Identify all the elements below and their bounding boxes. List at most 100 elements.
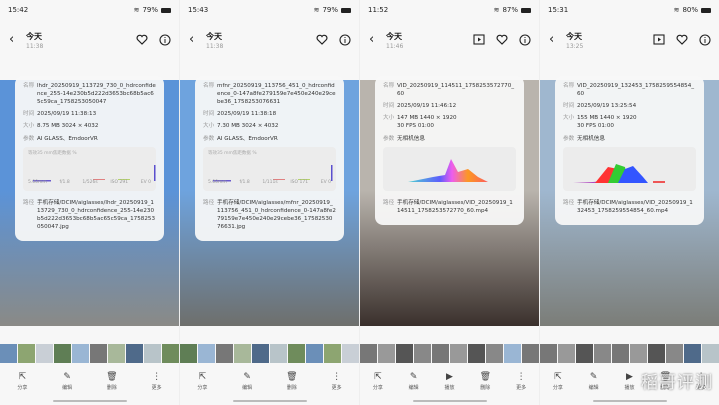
thumbnail[interactable] <box>162 344 179 363</box>
thumbnail[interactable] <box>54 344 71 363</box>
thumbnail[interactable] <box>0 344 17 363</box>
play-button[interactable]: ▶ 播放 <box>434 372 464 391</box>
detail-name: lhdr_20250919_113729_730_0_hdrconfidence… <box>37 83 156 106</box>
thumbnail[interactable] <box>576 344 593 363</box>
thumbnail[interactable] <box>234 344 251 363</box>
exif-values: 5.00mm f/1.8 1/111s ISO 171 EV 0 <box>208 180 331 187</box>
edit-button[interactable]: ✎ 编辑 <box>232 372 262 391</box>
thumbnail[interactable] <box>306 344 323 363</box>
detail-size: 8.75 MB 3024 × 4032 <box>37 123 99 130</box>
thumbnail[interactable] <box>468 344 485 363</box>
video-play-icon[interactable] <box>472 33 485 46</box>
thumbnail[interactable] <box>522 344 539 363</box>
histogram <box>563 146 696 191</box>
detail-row-datetime: 时间 2025/09/19 11:38:13 <box>23 110 156 118</box>
thumbnail[interactable] <box>270 344 287 363</box>
more-button[interactable]: ⋮ 更多 <box>506 372 536 391</box>
thumbnail[interactable] <box>450 344 467 363</box>
back-button[interactable]: ‹ <box>189 32 194 47</box>
thumbnail[interactable] <box>486 344 503 363</box>
back-button[interactable]: ‹ <box>549 32 554 47</box>
detail-label: 大小 <box>383 115 395 122</box>
detail-row-name: 名称 mfnr_20250919_113756_451_0_hdrconfiden… <box>203 82 336 106</box>
thumbnail-strip[interactable] <box>180 344 359 363</box>
thumbnail[interactable] <box>126 344 143 363</box>
share-button[interactable]: ⇱ 分享 <box>187 372 217 391</box>
header-actions <box>472 33 531 46</box>
home-indicator[interactable] <box>413 400 487 402</box>
thumbnail[interactable] <box>18 344 35 363</box>
status-icons: ≋ 79% <box>134 6 171 14</box>
info-icon[interactable] <box>158 33 171 46</box>
thumbnail[interactable] <box>558 344 575 363</box>
detail-value: 155 MB 1440 × 1920 30 FPS 01:00 <box>577 114 637 130</box>
thumbnail[interactable] <box>630 344 647 363</box>
wifi-icon: ≋ <box>313 6 320 14</box>
thumbnail[interactable] <box>252 344 269 363</box>
thumbnail[interactable] <box>504 344 521 363</box>
play-button[interactable]: ▶ 播放 <box>614 372 644 391</box>
back-button[interactable]: ‹ <box>9 32 14 47</box>
thumbnail[interactable] <box>414 344 431 363</box>
favorite-heart-icon[interactable] <box>135 33 148 46</box>
info-icon[interactable] <box>338 33 351 46</box>
home-indicator[interactable] <box>233 400 307 402</box>
thumbnail[interactable] <box>432 344 449 363</box>
info-icon[interactable] <box>698 33 711 46</box>
thumbnail[interactable] <box>108 344 125 363</box>
more-button[interactable]: ⋮ 更多 <box>142 372 172 391</box>
home-indicator[interactable] <box>53 400 127 402</box>
edit-button[interactable]: ✎ 编辑 <box>52 372 82 391</box>
detail-value: lhdr_20250919_113729_730_0_hdrconfidence… <box>37 82 156 106</box>
delete-button[interactable]: 🗑 删除 <box>277 372 307 391</box>
share-button[interactable]: ⇱ 分享 <box>363 372 393 391</box>
edit-button[interactable]: ✎ 编辑 <box>579 372 609 391</box>
thumbnail[interactable] <box>684 344 701 363</box>
delete-button[interactable]: 🗑 删除 <box>470 372 500 391</box>
thumbnail[interactable] <box>90 344 107 363</box>
favorite-heart-icon[interactable] <box>675 33 688 46</box>
play-label: 播放 <box>444 385 455 391</box>
thumbnail[interactable] <box>666 344 683 363</box>
detail-row-size: 大小 147 MB 1440 × 1920 30 FPS 01:00 <box>383 114 516 130</box>
thumbnail[interactable] <box>378 344 395 363</box>
info-icon[interactable] <box>518 33 531 46</box>
album-title: 今天 <box>566 32 582 41</box>
thumbnail-strip[interactable] <box>540 344 719 363</box>
battery-percent: 87% <box>502 6 518 14</box>
thumbnail-strip[interactable] <box>360 344 539 363</box>
video-play-icon[interactable] <box>652 33 665 46</box>
favorite-heart-icon[interactable] <box>315 33 328 46</box>
detail-row-size: 大小 155 MB 1440 × 1920 30 FPS 01:00 <box>563 114 696 130</box>
edit-button[interactable]: ✎ 编辑 <box>399 372 429 391</box>
thumbnail[interactable] <box>198 344 215 363</box>
share-button[interactable]: ⇱ 分享 <box>7 372 37 391</box>
more-button[interactable]: ⋮ 更多 <box>322 372 352 391</box>
favorite-heart-icon[interactable] <box>495 33 508 46</box>
delete-icon: 🗑 <box>106 372 118 382</box>
thumbnail[interactable] <box>324 344 341 363</box>
back-button[interactable]: ‹ <box>369 32 374 47</box>
thumbnail[interactable] <box>612 344 629 363</box>
home-indicator[interactable] <box>593 400 667 402</box>
thumbnail[interactable] <box>342 344 359 363</box>
delete-button[interactable]: 🗑 删除 <box>97 372 127 391</box>
detail-size: 147 MB 1440 × 1920 <box>397 115 457 122</box>
detail-value: 手机存储/DCIM/aiglasses/lhdr_20250919_113729… <box>37 199 156 231</box>
share-button[interactable]: ⇱ 分享 <box>543 372 573 391</box>
thumbnail[interactable] <box>216 344 233 363</box>
thumbnail[interactable] <box>36 344 53 363</box>
thumbnail[interactable] <box>180 344 197 363</box>
thumbnail[interactable] <box>396 344 413 363</box>
thumbnail[interactable] <box>648 344 665 363</box>
thumbnail[interactable] <box>288 344 305 363</box>
thumbnail[interactable] <box>144 344 161 363</box>
thumbnail[interactable] <box>540 344 557 363</box>
thumbnail[interactable] <box>360 344 377 363</box>
detail-row-path: 路径 手机存储/DCIM/aiglasses/VID_20250919_13245… <box>563 199 696 215</box>
delete-label: 删除 <box>286 385 297 391</box>
thumbnail[interactable] <box>72 344 89 363</box>
thumbnail-strip[interactable] <box>0 344 179 363</box>
thumbnail[interactable] <box>702 344 719 363</box>
thumbnail[interactable] <box>594 344 611 363</box>
